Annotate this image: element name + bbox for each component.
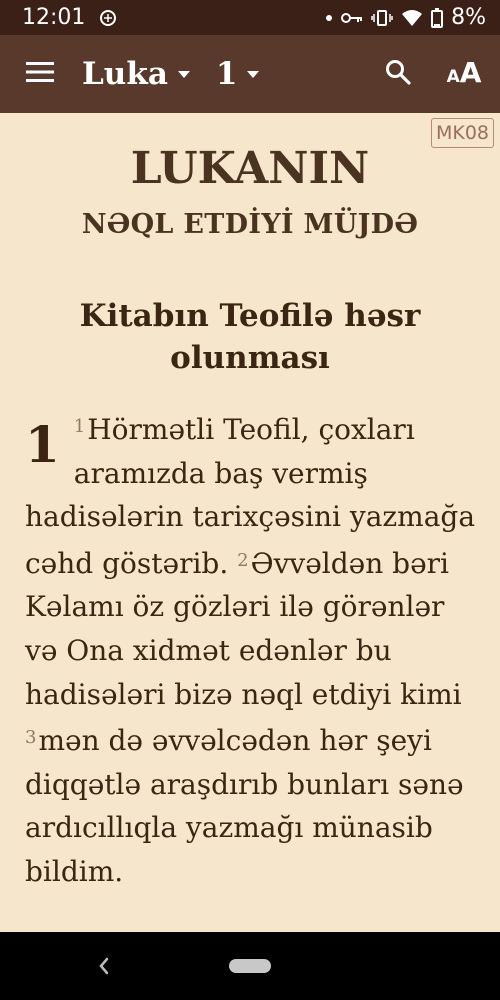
back-chevron-icon: [92, 957, 116, 984]
font-size-icon: AA: [446, 56, 482, 89]
battery-percent: 8%: [451, 5, 486, 30]
back-button[interactable]: [92, 952, 116, 980]
app-bar: Luka 1 AA: [0, 35, 500, 113]
verse-text[interactable]: mən də əvvəlcədən hər şeyi diqqətlə araş…: [25, 724, 464, 888]
menu-button[interactable]: [0, 35, 80, 113]
book-name: Luka: [82, 56, 168, 92]
hamburger-menu-icon: [26, 61, 54, 87]
font-size-button[interactable]: AA: [428, 35, 500, 113]
chevron-down-icon: [247, 70, 260, 78]
chapter-selector[interactable]: 1: [216, 56, 260, 92]
section-heading: Kitabın Teofilə həsr olunması: [79, 298, 421, 376]
verse-number[interactable]: 3: [25, 727, 36, 748]
battery-icon: [431, 7, 444, 28]
status-bar: 12:01 8%: [0, 0, 500, 35]
book-title: LUKANIN: [130, 143, 370, 194]
chapter-number: 1: [215, 56, 238, 92]
search-button[interactable]: [368, 35, 428, 113]
status-time: 12:01: [22, 5, 86, 30]
wifi-icon: [401, 9, 423, 27]
debug-icon: [99, 9, 117, 27]
verse-number[interactable]: 1: [74, 416, 85, 437]
book-selector[interactable]: Luka: [82, 56, 190, 92]
dot-icon: [325, 14, 333, 22]
reader-content[interactable]: MK08 LUKANIN NƏQL ETDİYİ MÜJDƏ Kitabın T…: [0, 113, 500, 932]
navigation-bar: [0, 932, 500, 1000]
home-button[interactable]: [229, 959, 271, 973]
chevron-down-icon: [177, 70, 190, 78]
book-subtitle: NƏQL ETDİYİ MÜJDƏ: [81, 209, 419, 240]
chapter-drop-number: 1: [25, 415, 60, 474]
vibrate-icon: [371, 9, 393, 27]
verse-number[interactable]: 2: [237, 550, 248, 571]
vpn-key-icon: [341, 11, 363, 25]
search-icon: [385, 59, 411, 89]
passage: 1 1Hörmətli Teofil, çoxları aramızda baş…: [25, 405, 480, 894]
